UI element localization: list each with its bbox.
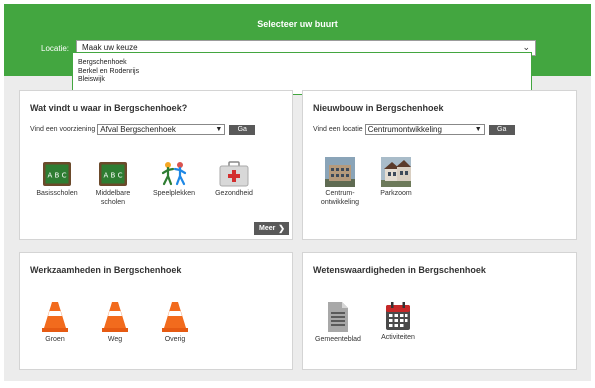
more-button-label: Meer [259, 225, 276, 232]
tile-label: Gemeenteblad [315, 336, 361, 343]
traffic-cone-icon [42, 302, 68, 332]
panel-title: Wetenswaardigheden in Bergschenhoek [313, 265, 486, 275]
chevron-right-icon: ❯ [278, 224, 285, 233]
panel-wetenswaardigheden: Wetenswaardigheden in Bergschenhoek Geme… [302, 252, 577, 370]
tile-activiteiten[interactable]: Activiteiten [373, 301, 423, 342]
tile-label: Centrum-ontwikkeling [320, 190, 360, 206]
tile-label: Weg [107, 336, 123, 343]
panel-werkzaamheden: Werkzaamheden in Bergschenhoek Groen Weg… [19, 252, 293, 370]
development-go-button[interactable]: Ga [488, 124, 515, 135]
chalkboard-icon: A B C [99, 162, 127, 186]
tile-centrumontwikkeling[interactable]: Centrum-ontwikkeling [315, 157, 365, 207]
location-label: Locatie: [41, 44, 70, 53]
more-button[interactable]: Meer ❯ [254, 222, 289, 235]
tile-label: Basisscholen [36, 190, 78, 197]
building-photo-icon [381, 157, 411, 187]
tile-parkzoom[interactable]: Parkzoom [371, 157, 421, 198]
dropdown-option-bleiswijk[interactable]: Bleiswijk [78, 76, 531, 85]
panel-title: Nieuwbouw in Bergschenhoek [313, 103, 444, 113]
tile-weg[interactable]: Weg [90, 301, 140, 344]
location-select-value: Maak uw keuze [82, 43, 138, 52]
chevron-down-icon: ▼ [474, 126, 482, 133]
dropdown-option-bergschenhoek[interactable]: Bergschenhoek [78, 59, 531, 68]
tile-overig[interactable]: Overig [150, 301, 200, 344]
facility-go-button[interactable]: Ga [229, 124, 256, 135]
header-title: Selecteer uw buurt [257, 19, 338, 29]
tile-gemeenteblad[interactable]: Gemeenteblad [313, 301, 363, 344]
tile-label: Groen [45, 336, 65, 343]
tile-middelbare-scholen[interactable]: A B C Middelbare scholen [88, 161, 138, 207]
location-finder-label: Vind een locatie [313, 126, 363, 133]
first-aid-kit-icon [219, 161, 249, 187]
tile-gezondheid[interactable]: Gezondheid [209, 161, 259, 198]
tile-label: Speelplekken [152, 190, 196, 197]
building-photo-icon [325, 157, 355, 187]
tile-label: Gezondheid [215, 190, 253, 197]
tile-label: Parkzoom [380, 190, 412, 197]
tile-label: Overig [164, 336, 186, 343]
location-finder: Vind een locatie Centrumontwikkeling ▼ G… [313, 124, 515, 135]
development-select-value: Centrumontwikkeling [367, 125, 442, 134]
facility-finder: Vind een voorziening Afval Bergschenhoek… [30, 124, 256, 135]
panel-where: Wat vindt u waar in Bergschenhoek? Vind … [19, 90, 293, 240]
location-dropdown-list: Bergschenhoek Berkel en Rodenrijs Bleisw… [72, 52, 532, 95]
svg-text:A B C: A B C [48, 172, 67, 180]
traffic-cone-icon [162, 302, 188, 332]
document-icon [328, 302, 348, 332]
traffic-cone-icon [102, 302, 128, 332]
panel-nieuwbouw: Nieuwbouw in Bergschenhoek Vind een loca… [302, 90, 577, 240]
panel-title: Wat vindt u waar in Bergschenhoek? [30, 103, 188, 113]
facility-select-value: Afval Bergschenhoek [100, 125, 176, 134]
chevron-down-icon: ▼ [215, 126, 223, 133]
tile-basisscholen[interactable]: A B C Basisscholen [32, 161, 82, 198]
development-select[interactable]: Centrumontwikkeling ▼ [364, 124, 485, 135]
tile-groen[interactable]: Groen [30, 301, 80, 344]
panel-title: Werkzaamheden in Bergschenhoek [30, 265, 182, 275]
dropdown-option-berkel-en-rodenrijs[interactable]: Berkel en Rodenrijs [78, 68, 531, 77]
calendar-icon [386, 302, 410, 330]
children-playing-icon [161, 162, 187, 186]
tile-label: Middelbare scholen [95, 190, 131, 206]
svg-text:A B C: A B C [104, 172, 123, 180]
chalkboard-icon: A B C [43, 162, 71, 186]
tile-label: Activiteiten [381, 334, 415, 341]
facility-select[interactable]: Afval Bergschenhoek ▼ [97, 124, 226, 135]
tile-speelplekken[interactable]: Speelplekken [149, 161, 199, 198]
facility-finder-label: Vind een voorziening [30, 126, 96, 133]
